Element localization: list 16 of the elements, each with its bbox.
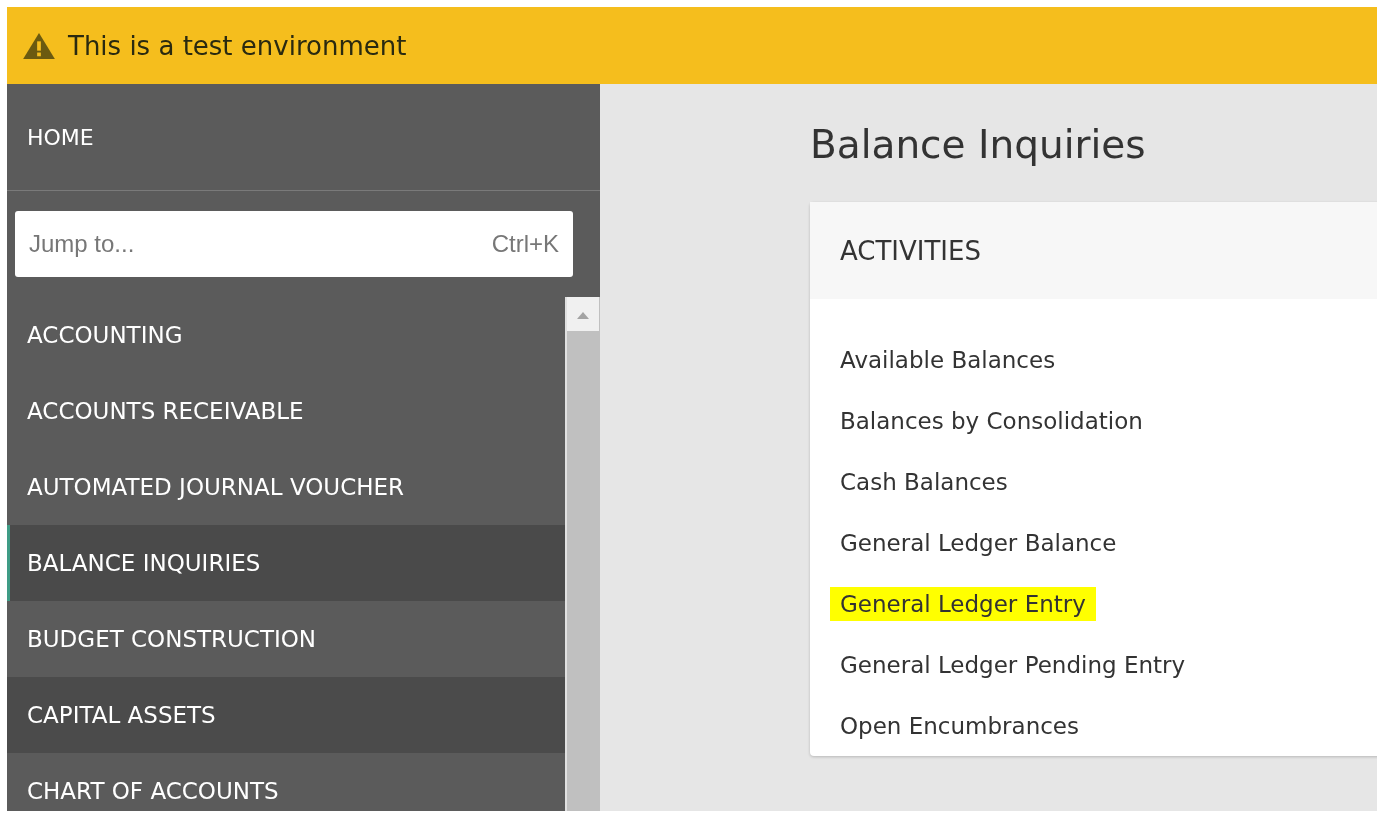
warning-icon (22, 31, 56, 60)
sidebar-item[interactable]: BALANCE INQUIRIES (7, 525, 565, 601)
activity-link[interactable]: Cash Balances (830, 464, 1018, 499)
activity-link[interactable]: Open Encumbrances (830, 708, 1089, 743)
activity-link[interactable]: General Ledger Balance (830, 525, 1127, 560)
banner-text: This is a test environment (68, 30, 407, 61)
card-heading: ACTIVITIES (840, 235, 981, 266)
activity-link[interactable]: General Ledger Entry (830, 586, 1096, 621)
scrollbar[interactable] (565, 297, 600, 811)
activity-link[interactable]: Available Balances (830, 342, 1066, 377)
scroll-up-icon[interactable] (567, 297, 599, 331)
shortcut-hint: Ctrl+K (491, 230, 559, 258)
activity-link[interactable]: General Ledger Pending Entry (830, 647, 1196, 682)
sidebar-item[interactable]: CAPITAL ASSETS (7, 677, 565, 753)
activity-link[interactable]: Balances by Consolidation (830, 403, 1153, 438)
page-title: Balance Inquiries (810, 122, 1147, 169)
